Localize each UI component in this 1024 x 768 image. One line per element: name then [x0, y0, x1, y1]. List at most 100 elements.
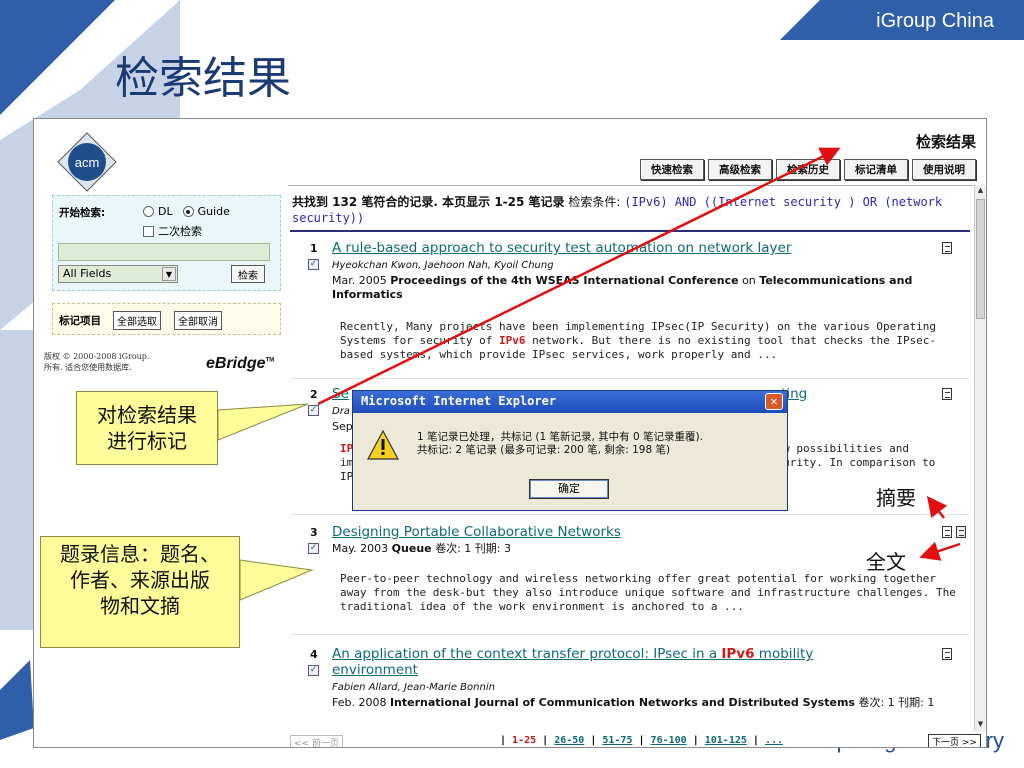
- secondary-search-label: 二次检索: [158, 225, 202, 238]
- dialog-title: Microsoft Internet Explorer ✕: [353, 391, 787, 413]
- dialog-message-line-2: 共标记: 2 笔记录 (最多可记录: 200 笔, 剩余: 198 笔): [417, 444, 671, 456]
- record-abstract: Recently, Many projects have been implem…: [340, 320, 937, 361]
- annotation-abstract: 摘要: [876, 486, 916, 510]
- deselect-all-button[interactable]: 全部取消: [174, 311, 222, 330]
- record-checkbox[interactable]: ✓: [308, 665, 319, 676]
- logo-text: acm: [75, 155, 100, 170]
- record-date: Feb. 2008: [332, 696, 387, 709]
- record-number: 4: [310, 648, 318, 661]
- page-link[interactable]: 26-50: [554, 735, 584, 746]
- prev-page-button[interactable]: << 前一页: [290, 735, 343, 747]
- field-select-value: All Fields: [63, 267, 112, 280]
- slide-title: 检索结果: [115, 53, 291, 104]
- pagination: << 前一页 | 1-25 | 26-50 | 51-75 | 76-100 |…: [288, 733, 986, 747]
- dialog-message-line-1: 1 笔记录已处理，共标记 (1 笔新记录, 其中有 0 笔记录重覆).: [417, 431, 703, 443]
- top-nav: 快速检索 高级检索 检索历史 标记清单 使用说明: [640, 159, 976, 180]
- record-divider: [290, 514, 970, 515]
- record-authors: Dra: [332, 406, 350, 417]
- app-heading: 检索结果: [915, 133, 976, 151]
- page-links: | 1-25 | 26-50 | 51-75 | 76-100 | 101-12…: [500, 735, 784, 746]
- record-title-link[interactable]: An application of the context transfer p…: [332, 646, 892, 678]
- dialog-title-text: Microsoft Internet Explorer: [361, 394, 557, 408]
- result-record: 1 ✓ A rule-based approach to security te…: [288, 240, 968, 378]
- alert-dialog: Microsoft Internet Explorer ✕ 1 笔记录已处理，共…: [352, 390, 788, 511]
- search-label: 开始检索:: [59, 207, 106, 219]
- nav-help[interactable]: 使用说明: [912, 159, 976, 180]
- secondary-search-checkbox[interactable]: [143, 225, 154, 237]
- ebridge-logo: eBridgeTM: [206, 355, 275, 372]
- scroll-up-icon[interactable]: ▲: [976, 186, 985, 196]
- nav-quick-search[interactable]: 快速检索: [640, 159, 704, 180]
- warning-icon: [367, 429, 399, 460]
- nav-advanced-search[interactable]: 高级检索: [708, 159, 772, 180]
- abstract-icon[interactable]: [942, 526, 952, 538]
- record-date: Mar. 2005: [332, 274, 387, 287]
- record-source-title: Proceedings of the 4th WSEAS Internation…: [390, 274, 739, 287]
- record-source-on: on: [742, 274, 756, 287]
- radio-guide-label: Guide: [197, 205, 230, 218]
- brand-label: iGroup China: [876, 10, 994, 32]
- record-volume: 卷次: 1 刊期: 1: [858, 696, 935, 709]
- acm-logo: acm: [57, 132, 117, 192]
- nav-search-history[interactable]: 检索历史: [776, 159, 840, 180]
- record-title-link[interactable]: A rule-based approach to security test a…: [332, 240, 892, 256]
- record-checkbox[interactable]: ✓: [308, 543, 319, 554]
- close-icon[interactable]: ✕: [765, 393, 783, 410]
- callout-line: 作者、来源出版: [70, 568, 210, 592]
- record-source-title: Queue: [391, 542, 432, 555]
- callout-line: 物和文摘: [100, 594, 180, 618]
- page-link[interactable]: ...: [765, 735, 783, 746]
- page-link[interactable]: 51-75: [602, 735, 632, 746]
- search-button[interactable]: 检索: [231, 265, 265, 283]
- results-scrollbar[interactable]: ▲ ▼: [974, 185, 986, 731]
- record-source: Mar. 2005 Proceedings of the 4th WSEAS I…: [332, 274, 952, 302]
- abstract-icon[interactable]: [942, 242, 952, 254]
- result-record: 4 ✓ An application of the context transf…: [288, 646, 968, 731]
- record-source-title: International Journal of Communication N…: [389, 696, 855, 709]
- callout-line: 进行标记: [107, 429, 187, 453]
- radio-dl[interactable]: [143, 206, 154, 217]
- scroll-thumb[interactable]: [976, 199, 985, 319]
- page-link[interactable]: 101-125: [705, 735, 747, 746]
- record-source: May. 2003 Queue 卷次: 1 刊期: 3: [332, 542, 952, 556]
- record-number: 1: [310, 242, 318, 255]
- ok-button[interactable]: 确定: [529, 479, 609, 499]
- mark-label: 标记项目: [59, 315, 101, 327]
- fulltext-icon[interactable]: [956, 526, 966, 538]
- copyright: 版权 © 2000-2008 iGroup. 所有. 适合您使用数据库.: [44, 351, 184, 373]
- record-checkbox[interactable]: ✓: [308, 405, 319, 416]
- radio-dl-label: DL: [158, 205, 173, 218]
- dialog-message: 1 笔记录已处理，共标记 (1 笔新记录, 其中有 0 笔记录重覆). 共标记:…: [417, 431, 703, 457]
- record-abstract: Peer-to-peer technology and wireless net…: [340, 572, 956, 613]
- page-link[interactable]: 76-100: [651, 735, 687, 746]
- record-number: 3: [310, 526, 318, 539]
- field-select[interactable]: All Fields ▼: [58, 265, 178, 283]
- record-title-link[interactable]: Designing Portable Collaborative Network…: [332, 524, 892, 540]
- select-all-button[interactable]: 全部选取: [113, 311, 161, 330]
- callout-mark-results: 对检索结果 进行标记: [76, 391, 218, 465]
- record-volume: 卷次: 1 刊期: 3: [435, 542, 512, 555]
- chevron-down-icon[interactable]: ▼: [162, 267, 176, 281]
- nav-marked-list[interactable]: 标记清单: [844, 159, 908, 180]
- condition-label: 检索条件:: [568, 195, 621, 209]
- callout-record-info: 题录信息：题名、 作者、来源出版 物和文摘: [40, 536, 240, 648]
- search-input[interactable]: [58, 243, 270, 261]
- record-checkbox[interactable]: ✓: [308, 259, 319, 270]
- annotation-fulltext: 全文: [866, 550, 906, 574]
- result-record: 3 ✓ Designing Portable Collaborative Net…: [288, 524, 968, 626]
- results-count: 共找到 132 笔符合的记录. 本页显示 1-25 笔记录: [292, 195, 565, 209]
- record-authors: Hyeokchan Kwon, Jaehoon Nah, Kyoil Chung: [332, 260, 554, 271]
- callout-line: 对检索结果: [97, 403, 197, 427]
- abstract-icon[interactable]: [942, 648, 952, 660]
- record-date: May. 2003: [332, 542, 389, 555]
- record-divider: [290, 378, 970, 379]
- record-authors: Fabien Allard, Jean-Marie Bonnin: [332, 682, 495, 693]
- scroll-down-icon[interactable]: ▼: [976, 720, 985, 730]
- copyright-line-2: 所有. 适合您使用数据库.: [44, 363, 132, 372]
- next-page-button[interactable]: 下一页 >>: [928, 734, 981, 747]
- record-number: 2: [310, 388, 318, 401]
- current-page: 1-25: [512, 735, 537, 746]
- radio-guide[interactable]: [182, 206, 194, 217]
- abstract-icon[interactable]: [942, 388, 952, 400]
- results-summary: 共找到 132 笔符合的记录. 本页显示 1-25 笔记录 检索条件: (IPv…: [292, 194, 962, 226]
